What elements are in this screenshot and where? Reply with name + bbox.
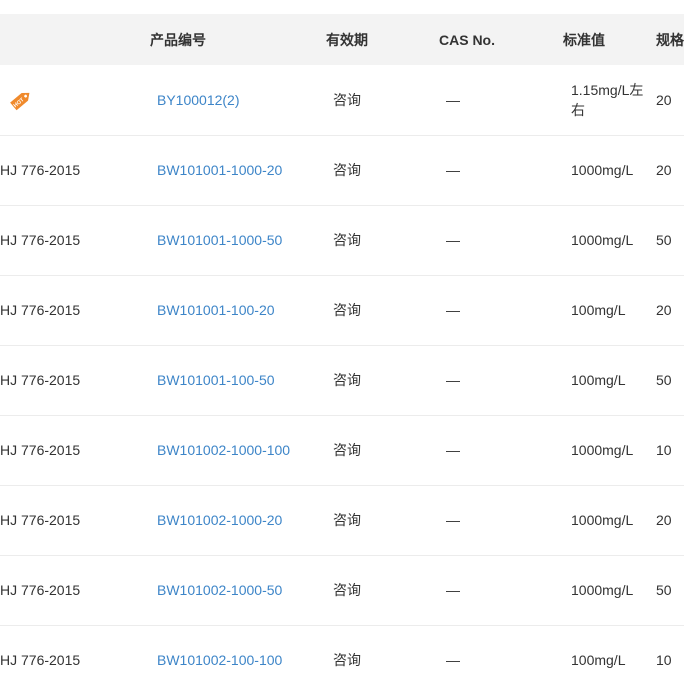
header-product-no[interactable]: 产品编号	[150, 14, 326, 65]
product-table-page: 产品编号 有效期 CAS No. 标准值 规格 HOT BY100012(2) …	[0, 0, 684, 684]
std-value-cell: 1000mg/L	[571, 442, 634, 458]
cas-cell: —	[446, 442, 460, 458]
product-no-link[interactable]: BW101001-100-20	[157, 302, 275, 318]
table-row: HJ 776-2015 BW101001-1000-20 咨询 — 1000mg…	[0, 135, 684, 205]
spec-cell: 20	[656, 302, 672, 318]
validity-cell: 咨询	[333, 512, 361, 528]
std-value-cell: 100mg/L	[571, 302, 626, 318]
standard-cell: HJ 776-2015	[0, 625, 150, 684]
spec-cell: 20	[656, 512, 672, 528]
std-value-cell: 100mg/L	[571, 652, 626, 668]
header-standard	[0, 14, 150, 65]
validity-cell: 咨询	[333, 232, 361, 248]
spec-cell: 20	[656, 162, 672, 178]
table-row: HJ 776-2015 BW101002-1000-20 咨询 — 1000mg…	[0, 485, 684, 555]
standard-cell: HJ 776-2015	[0, 485, 150, 555]
table-row: HJ 776-2015 BW101002-1000-50 咨询 — 1000mg…	[0, 555, 684, 625]
standard-cell: HJ 776-2015	[0, 135, 150, 205]
table-row: HJ 776-2015 BW101002-100-100 咨询 — 100mg/…	[0, 625, 684, 684]
spec-cell: 10	[656, 652, 672, 668]
standard-cell: HJ 776-2015	[0, 205, 150, 275]
spec-cell: 20	[656, 91, 672, 108]
product-no-cell: BW101001-1000-50	[150, 205, 326, 275]
product-no-cell: BY100012(2)	[150, 65, 326, 135]
std-value-cell: 100mg/L	[571, 372, 626, 388]
validity-cell: 咨询	[333, 652, 361, 668]
spec-cell: 50	[656, 582, 672, 598]
table-row: HJ 776-2015 BW101001-100-20 咨询 — 100mg/L…	[0, 275, 684, 345]
standard-text: HJ 776-2015	[0, 232, 81, 248]
product-no-link[interactable]: BW101002-1000-50	[157, 582, 282, 598]
standard-cell: HOT	[0, 65, 150, 135]
product-no-link[interactable]: BW101002-100-100	[157, 652, 282, 668]
standard-text: HJ 776-2015	[0, 652, 81, 668]
table-header-row: 产品编号 有效期 CAS No. 标准值 规格	[0, 14, 684, 65]
hot-tag-icon: HOT	[10, 92, 30, 111]
cas-cell: —	[446, 652, 460, 668]
header-validity[interactable]: 有效期	[326, 14, 432, 65]
validity-cell: 咨询	[333, 442, 361, 458]
product-no-cell: BW101002-100-100	[150, 625, 326, 684]
validity-cell: 咨询	[333, 91, 361, 108]
std-value-cell: 1000mg/L	[571, 582, 634, 598]
standard-text: HJ 776-2015	[0, 582, 81, 598]
standard-text: HJ 776-2015	[0, 512, 81, 528]
cas-cell: —	[446, 232, 460, 248]
cas-cell: —	[446, 372, 460, 388]
header-std-value[interactable]: 标准值	[557, 14, 656, 65]
product-table-container: 产品编号 有效期 CAS No. 标准值 规格 HOT BY100012(2) …	[0, 14, 684, 684]
std-value-cell: 1000mg/L	[571, 512, 634, 528]
cas-cell: —	[446, 512, 460, 528]
table-row: HOT BY100012(2) 咨询 — 1.15mg/L左右 20	[0, 65, 684, 135]
product-no-cell: BW101001-100-50	[150, 345, 326, 415]
standard-cell: HJ 776-2015	[0, 555, 150, 625]
standard-text: HJ 776-2015	[0, 372, 81, 388]
validity-cell: 咨询	[333, 302, 361, 318]
standard-cell: HJ 776-2015	[0, 275, 150, 345]
spec-cell: 50	[656, 232, 672, 248]
header-cas[interactable]: CAS No.	[432, 14, 557, 65]
product-no-cell: BW101001-100-20	[150, 275, 326, 345]
validity-cell: 咨询	[333, 372, 361, 388]
spec-cell: 50	[656, 372, 672, 388]
cas-cell: —	[446, 91, 460, 108]
cas-cell: —	[446, 162, 460, 178]
validity-cell: 咨询	[333, 582, 361, 598]
product-no-link[interactable]: BW101001-1000-20	[157, 162, 282, 178]
standard-text: HJ 776-2015	[0, 442, 81, 458]
product-no-cell: BW101002-1000-20	[150, 485, 326, 555]
table-row: HJ 776-2015 BW101001-1000-50 咨询 — 1000mg…	[0, 205, 684, 275]
spec-cell: 10	[656, 442, 672, 458]
product-no-link[interactable]: BW101001-1000-50	[157, 232, 282, 248]
cas-cell: —	[446, 582, 460, 598]
table-row: HJ 776-2015 BW101001-100-50 咨询 — 100mg/L…	[0, 345, 684, 415]
product-table: 产品编号 有效期 CAS No. 标准值 规格 HOT BY100012(2) …	[0, 14, 684, 684]
product-no-link[interactable]: BY100012(2)	[157, 92, 240, 108]
table-header: 产品编号 有效期 CAS No. 标准值 规格	[0, 14, 684, 65]
validity-cell: 咨询	[333, 162, 361, 178]
product-no-link[interactable]: BW101002-1000-20	[157, 512, 282, 528]
product-no-cell: BW101002-1000-50	[150, 555, 326, 625]
product-no-link[interactable]: BW101001-100-50	[157, 372, 275, 388]
header-spec[interactable]: 规格	[656, 14, 684, 65]
std-value-cell: 1000mg/L	[571, 232, 634, 248]
standard-cell: HJ 776-2015	[0, 415, 150, 485]
std-value-cell: 1000mg/L	[571, 162, 634, 178]
product-no-cell: BW101001-1000-20	[150, 135, 326, 205]
standard-cell: HJ 776-2015	[0, 345, 150, 415]
std-value-cell: 1.15mg/L左右	[571, 81, 644, 118]
standard-text: HJ 776-2015	[0, 302, 81, 318]
cas-cell: —	[446, 302, 460, 318]
product-no-link[interactable]: BW101002-1000-100	[157, 442, 290, 458]
table-body: HOT BY100012(2) 咨询 — 1.15mg/L左右 20 HJ 77…	[0, 65, 684, 684]
table-row: HJ 776-2015 BW101002-1000-100 咨询 — 1000m…	[0, 415, 684, 485]
product-no-cell: BW101002-1000-100	[150, 415, 326, 485]
standard-text: HJ 776-2015	[0, 162, 81, 178]
